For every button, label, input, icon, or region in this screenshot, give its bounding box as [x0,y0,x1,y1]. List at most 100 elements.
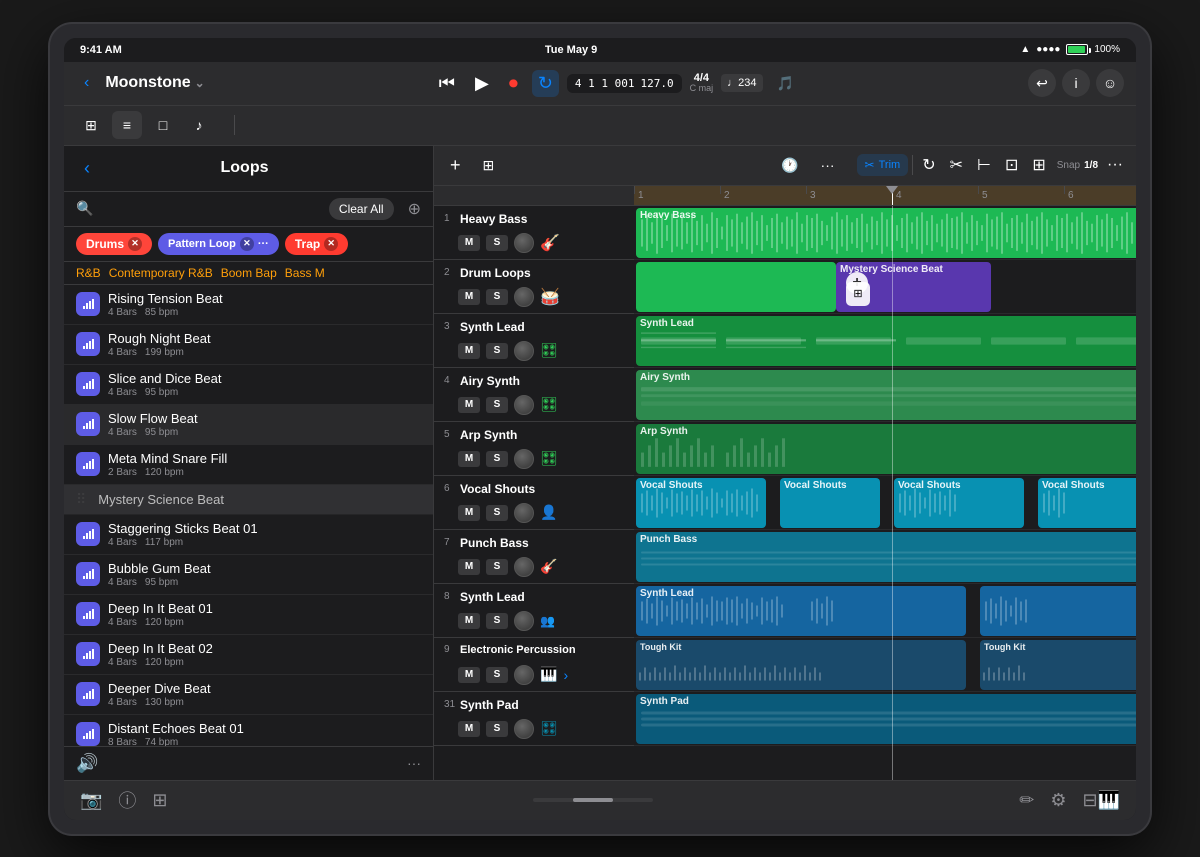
track-block-arp-synth[interactable]: Arp Synth [636,424,1136,474]
list-item[interactable]: Staggering Sticks Beat 01 4 Bars 117 bpm [64,515,433,555]
split-button[interactable]: ⊢ [972,153,996,177]
track-block-punch-bass[interactable]: Punch Bass [636,532,1136,582]
track-block-vocal-2[interactable]: Vocal Shouts [780,478,880,528]
scroll-thumb[interactable] [573,798,613,802]
track-8-mute[interactable]: M [458,613,480,629]
mystery-beat-drop-zone[interactable]: Mystery Science Beat + ⊞ [836,262,991,312]
track-block-synth-pad[interactable]: Synth Pad [636,694,1136,744]
settings-btn[interactable]: ⚙ [1050,790,1066,811]
loop-button[interactable]: ↻ [532,70,559,97]
track-block-drum-1[interactable] [636,262,836,312]
track-3-knob[interactable] [514,341,534,361]
cat-tag-rnb[interactable]: R&B [76,266,101,280]
track-5-mute[interactable]: M [458,451,480,467]
pencil-button[interactable]: ✏ [1019,790,1034,811]
info-button[interactable]: i [1062,69,1090,97]
skip-back-button[interactable]: ⏮ [433,69,461,98]
clock-button[interactable]: 🕐 [773,153,806,178]
list-item[interactable]: Meta Mind Snare Fill 2 Bars 120 bpm [64,445,433,485]
filter-tag-trap[interactable]: Trap ✕ [285,233,348,255]
track-9-more-button[interactable]: › [563,667,568,683]
loops-more-button[interactable]: ··· [407,755,421,771]
track-7-knob[interactable] [514,557,534,577]
track-31-mute[interactable]: M [458,721,480,737]
play-button[interactable]: ▶ [469,69,495,98]
copy-button[interactable]: ⊡ [1000,153,1023,177]
search-icon[interactable]: 🔍 [76,200,93,217]
volume-icon-button[interactable]: 🔊 [76,753,98,774]
track-7-mute[interactable]: M [458,559,480,575]
track-1-knob[interactable] [514,233,534,253]
cat-tag-bass[interactable]: Bass M [285,266,325,280]
track-4-knob[interactable] [514,395,534,415]
piano-keyboard-button[interactable]: 🎹 [1098,790,1120,811]
list-item[interactable]: Deeper Dive Beat 4 Bars 130 bpm [64,675,433,715]
trap-tag-remove[interactable]: ✕ [324,237,338,251]
track-block-airy-synth[interactable]: Airy Synth [636,370,1136,420]
track-3-solo[interactable]: S [486,343,508,359]
track-6-mute[interactable]: M [458,505,480,521]
camera-button[interactable]: 📷 [80,787,102,813]
add-track-button[interactable]: + [442,151,469,180]
clear-all-button[interactable]: Clear All [329,198,394,220]
filter-tag-pattern-loop[interactable]: Pattern Loop ✕ ··· [158,233,279,255]
track-31-solo[interactable]: S [486,721,508,737]
undo-button[interactable]: ↩ [1028,69,1056,97]
layout-button[interactable]: ⊞ [152,787,167,813]
track-block-synth-lead-1[interactable]: Synth Lead [636,316,1136,366]
track-1-mute[interactable]: M [458,235,480,251]
track-9-mute[interactable]: M [458,667,480,683]
trim-button[interactable]: ✂ Trim [857,154,909,176]
share-button[interactable]: ☺ [1096,69,1124,97]
add-loop-button[interactable]: ⊞ [475,153,503,178]
track-block-vocal-4[interactable]: Vocal Shouts [1038,478,1136,528]
track-block-elec-2[interactable]: Tough Kit [980,640,1136,690]
track-6-solo[interactable]: S [486,505,508,521]
drums-tag-remove[interactable]: ✕ [128,237,142,251]
list-item-mystery-beat[interactable]: ⠿ Mystery Science Beat [64,485,433,515]
filter-tag-drums[interactable]: Drums ✕ [76,233,152,255]
edit-view-button[interactable]: □ [148,111,178,139]
info-btn[interactable]: ⓘ [118,787,136,813]
paste-button[interactable]: ⊞ [1027,153,1050,177]
track-2-knob[interactable] [514,287,534,307]
cut-button[interactable]: ✂ [945,153,968,177]
track-block-vocal-3[interactable]: Vocal Shouts [894,478,1024,528]
back-button[interactable]: ‹ [76,70,97,96]
track-block-synth-8-2[interactable] [980,586,1136,636]
track-8-knob[interactable] [514,611,534,631]
track-block-vocal-1[interactable]: Vocal Shouts [636,478,766,528]
list-item[interactable]: Bubble Gum Beat 4 Bars 95 bpm [64,555,433,595]
pattern-loop-remove[interactable]: ✕ [240,237,254,251]
grid-view-button[interactable]: ⊞ [76,111,106,139]
list-item[interactable]: Rising Tension Beat 4 Bars 85 bpm [64,285,433,325]
list-item[interactable]: Distant Echoes Beat 01 8 Bars 74 bpm [64,715,433,746]
loops-back-button[interactable]: ‹ [76,154,98,183]
record-button[interactable]: ⏺ [503,69,524,98]
score-view-button[interactable]: ♪ [184,111,214,139]
track-3-mute[interactable]: M [458,343,480,359]
list-item[interactable]: Deep In It Beat 01 4 Bars 120 bpm [64,595,433,635]
filter-menu-button[interactable]: ⊕ [408,199,421,219]
track-2-solo[interactable]: S [486,289,508,305]
list-view-button[interactable]: ≡ [112,111,142,139]
metronome-button[interactable]: 🎵 [771,71,800,96]
track-1-solo[interactable]: S [486,235,508,251]
track-block-elec-1[interactable]: Tough Kit [636,640,966,690]
track-4-mute[interactable]: M [458,397,480,413]
track-7-solo[interactable]: S [486,559,508,575]
list-item[interactable]: Deep In It Beat 02 4 Bars 120 bpm [64,635,433,675]
more-tools-button[interactable]: ··· [1102,154,1128,176]
project-name[interactable]: Moonstone ⌄ [105,74,204,92]
list-item[interactable]: Slice and Dice Beat 4 Bars 95 bpm [64,365,433,405]
track-2-mute[interactable]: M [458,289,480,305]
track-6-knob[interactable] [514,503,534,523]
track-5-knob[interactable] [514,449,534,469]
track-8-solo[interactable]: S [486,613,508,629]
loop-region-button[interactable]: ↻ [917,153,940,177]
track-31-knob[interactable] [514,719,534,739]
cat-tag-boom-bap[interactable]: Boom Bap [221,266,277,280]
list-item-slow-flow[interactable]: Slow Flow Beat 4 Bars 95 bpm [64,405,433,445]
track-block-synth-8-1[interactable]: Synth Lead [636,586,966,636]
list-item[interactable]: Rough Night Beat 4 Bars 199 bpm [64,325,433,365]
